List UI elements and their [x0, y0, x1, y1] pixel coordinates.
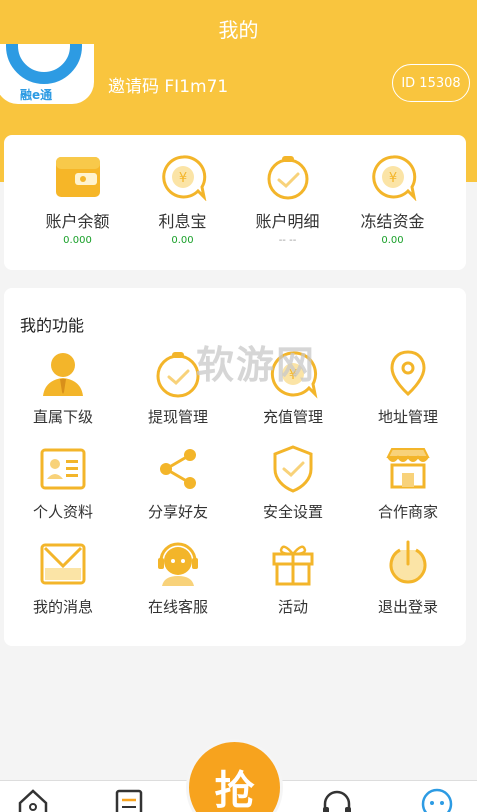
- avatar-logo-ring: [6, 44, 82, 84]
- func-subordinates[interactable]: 直属下级: [5, 348, 121, 427]
- func-label: 直属下级: [32, 408, 93, 426]
- stat-frozen[interactable]: ¥ 冻结资金 0.00: [340, 153, 445, 246]
- svg-text:¥: ¥: [388, 171, 396, 186]
- person-tie-icon: [37, 348, 89, 400]
- share-icon: [152, 443, 204, 495]
- func-label: 提现管理: [147, 408, 208, 426]
- stat-value: 0.00: [381, 235, 404, 246]
- support-icon[interactable]: [320, 787, 354, 812]
- store-icon: [382, 443, 434, 495]
- func-label: 退出登录: [377, 598, 438, 616]
- func-label: 在线客服: [147, 598, 208, 616]
- func-logout[interactable]: 退出登录: [350, 538, 466, 617]
- home-icon[interactable]: [16, 787, 50, 812]
- envelope-icon: [37, 538, 89, 590]
- watermark: 软游网: [196, 343, 317, 387]
- func-label: 合作商家: [377, 503, 438, 521]
- page-title: 我的: [218, 18, 259, 42]
- stat-value: 0.00: [171, 235, 194, 246]
- shield-check-icon: [267, 443, 319, 495]
- func-label: 安全设置: [262, 503, 323, 521]
- location-pin-icon: [382, 348, 434, 400]
- profile-icon[interactable]: [420, 787, 454, 812]
- func-label: 个人资料: [32, 503, 93, 521]
- func-customer-service[interactable]: 在线客服: [120, 538, 236, 617]
- svg-text:¥: ¥: [178, 171, 186, 186]
- orders-icon[interactable]: [112, 787, 146, 812]
- wallet-icon: [53, 153, 103, 201]
- stat-value: 0.000: [63, 235, 92, 246]
- stat-label: 账户明细: [255, 212, 320, 231]
- func-activities[interactable]: 活动: [235, 538, 351, 617]
- id-card-icon: [37, 443, 89, 495]
- user-id-badge[interactable]: ID 15308: [392, 64, 470, 102]
- yen-bubble-icon: ¥: [158, 153, 208, 202]
- func-security[interactable]: 安全设置: [235, 443, 351, 522]
- func-label: 我的消息: [32, 598, 93, 616]
- func-label: 活动: [277, 598, 308, 616]
- func-label: 充值管理: [262, 408, 323, 426]
- func-label: 分享好友: [147, 503, 208, 521]
- account-stats-card: 账户余额 0.000 ¥ 利息宝 0.00 账户明细 -- -- ¥ 冻结资金 …: [4, 135, 466, 270]
- func-address[interactable]: 地址管理: [350, 348, 466, 427]
- func-label: 地址管理: [377, 408, 438, 426]
- functions-title: 我的功能: [20, 316, 85, 335]
- func-messages[interactable]: 我的消息: [5, 538, 121, 617]
- stat-value: -- --: [278, 235, 297, 246]
- profile-page: 我的 融e通 邀请码 FI1m71 ID 15308 账户余额 0.000 ¥ …: [0, 0, 477, 812]
- avatar[interactable]: 融e通: [0, 44, 94, 104]
- power-icon: [382, 538, 434, 590]
- yen-bubble-icon: ¥: [368, 153, 418, 202]
- check-bubble-icon: [263, 153, 313, 201]
- stat-balance[interactable]: 账户余额 0.000: [25, 153, 130, 246]
- stat-label: 利息宝: [158, 212, 207, 231]
- func-merchants[interactable]: 合作商家: [350, 443, 466, 522]
- stat-details[interactable]: 账户明细 -- --: [235, 153, 340, 246]
- headset-agent-icon: [152, 538, 204, 590]
- avatar-brand-text: 融e通: [20, 88, 53, 102]
- func-profile[interactable]: 个人资料: [5, 443, 121, 522]
- func-share[interactable]: 分享好友: [120, 443, 236, 522]
- invite-code: 邀请码 FI1m71: [108, 77, 229, 97]
- gift-icon: [267, 538, 319, 590]
- grab-order-button[interactable]: 抢: [186, 739, 283, 812]
- stat-interest[interactable]: ¥ 利息宝 0.00: [130, 153, 235, 246]
- stat-label: 冻结资金: [360, 212, 425, 231]
- stat-label: 账户余额: [45, 212, 110, 231]
